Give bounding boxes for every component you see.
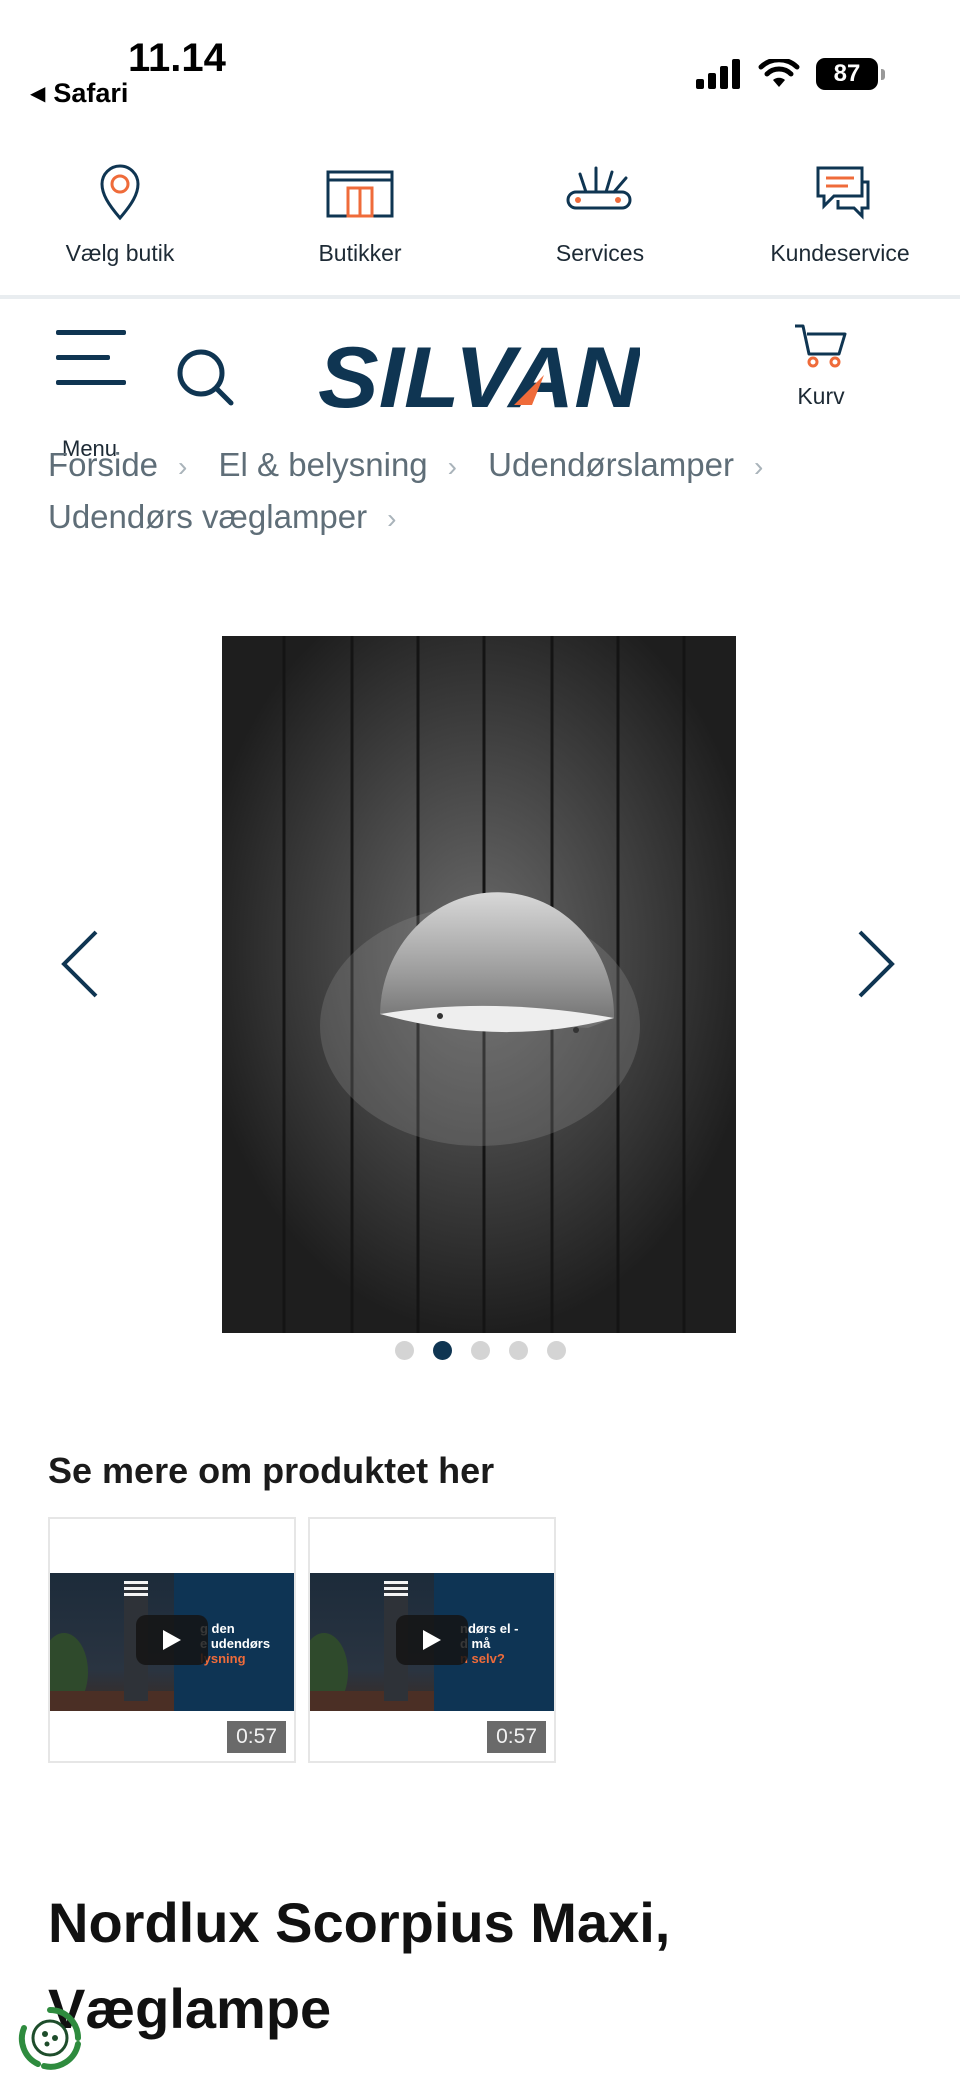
video-duration: 0:57 [487,1721,546,1753]
carousel-dots [0,1341,960,1360]
carousel-dot[interactable] [470,1341,490,1360]
search-button[interactable] [176,348,236,413]
cookie-consent-button[interactable] [16,2004,84,2072]
cookie-icon [18,2007,81,2070]
video-overlay-text: g den e udendørs lysning [200,1621,294,1666]
overlay-line: n selv? [460,1651,505,1666]
thumb-lamp-head [384,1581,408,1599]
chat-bubbles-icon [816,166,870,220]
location-pin-icon [100,164,140,221]
util-nav-label: Vælg butik [65,240,175,266]
util-nav-choose-store[interactable]: Vælg butik [0,160,240,295]
play-icon [423,1630,441,1650]
overlay-line: d må [460,1636,491,1651]
carousel-dot-active[interactable] [432,1341,452,1360]
back-to-safari-button[interactable]: ◀ Safari [30,78,128,109]
store-icon [326,170,394,218]
breadcrumb-home[interactable]: Forside [48,446,158,483]
cart-button[interactable]: Kurv [786,322,856,410]
breadcrumb-current[interactable]: Udendørs væglamper [48,498,367,535]
breadcrumb-subcategory[interactable]: Udendørslamper [488,446,734,483]
play-icon [163,1630,181,1650]
util-nav-services[interactable]: Services [480,160,720,295]
cart-label: Kurv [797,383,845,409]
status-icons: 87 [696,58,885,90]
chevron-right-icon: › [387,503,397,534]
thumb-ground [50,1691,174,1711]
chevron-right-icon: › [753,451,764,482]
product-image-carousel [0,636,960,1366]
video-overlay-text: ndørs el - d må n selv? [460,1621,554,1666]
status-bar: 11.14 ◀ Safari 87 [0,0,960,130]
thumb-lamp-head [124,1581,148,1599]
util-nav-customer-service[interactable]: Kundeservice [720,160,960,295]
video-card[interactable]: g den e udendørs lysning 0:57 [48,1517,296,1763]
video-duration: 0:57 [227,1721,286,1753]
search-icon [177,349,234,406]
breadcrumb-category[interactable]: El & belysning [219,446,428,483]
carousel-dot[interactable] [546,1341,566,1360]
chevron-right-icon: › [447,451,457,482]
back-triangle-icon: ◀ [30,83,46,105]
hamburger-bar [56,355,110,360]
back-label: Safari [53,78,129,108]
carousel-dot[interactable] [394,1341,414,1360]
util-nav-label: Butikker [318,240,402,266]
video-list: g den e udendørs lysning 0:57 ndørs el -… [48,1517,556,1763]
product-image[interactable] [222,636,736,1333]
play-button[interactable] [136,1615,208,1665]
menu-button[interactable]: Menu [56,330,126,461]
video-card[interactable]: ndørs el - d må n selv? 0:57 [308,1517,556,1763]
cart-icon [795,324,847,368]
chevron-right-icon [858,930,895,998]
chevron-left-icon [61,930,98,998]
nav-divider [0,295,960,299]
util-nav-stores[interactable]: Butikker [240,160,480,295]
overlay-line: ndørs el - [460,1621,519,1636]
video-thumbnail: g den e udendørs lysning [50,1573,294,1711]
overlay-line: lysning [200,1651,246,1666]
video-thumbnail: ndørs el - d må n selv? [310,1573,554,1711]
overlay-line: g den [200,1621,235,1636]
util-nav-label: Kundeservice [770,240,910,266]
services-tools-icon [566,166,632,210]
play-button[interactable] [396,1615,468,1665]
hamburger-bar [56,380,126,385]
carousel-prev-button[interactable] [58,928,100,1005]
hamburger-icon [56,330,126,335]
battery-indicator: 87 [816,58,885,90]
video-section-title: Se mere om produktet her [48,1450,495,1491]
thumb-ground [310,1691,434,1711]
overlay-line: e udendørs [200,1636,271,1651]
util-nav-label: Services [555,240,645,266]
carousel-next-button[interactable] [856,928,898,1005]
status-time: 11.14 [128,36,226,80]
chevron-right-icon: › [178,451,188,482]
wifi-icon [758,59,800,87]
product-title: Nordlux Scorpius Maxi, Væglampe [48,1891,671,2040]
main-header: Menu SILVAN Kurv [0,300,960,461]
utility-nav: Vælg butik Butikker Services Kundeservic… [0,160,960,295]
logo-text: SILVAN [318,335,640,415]
carousel-dot[interactable] [508,1341,528,1360]
cellular-signal-icon [696,59,740,89]
breadcrumb: Forside › El & belysning › Udendørslamper ›… [48,440,908,544]
silvan-logo[interactable]: SILVAN [318,330,642,426]
